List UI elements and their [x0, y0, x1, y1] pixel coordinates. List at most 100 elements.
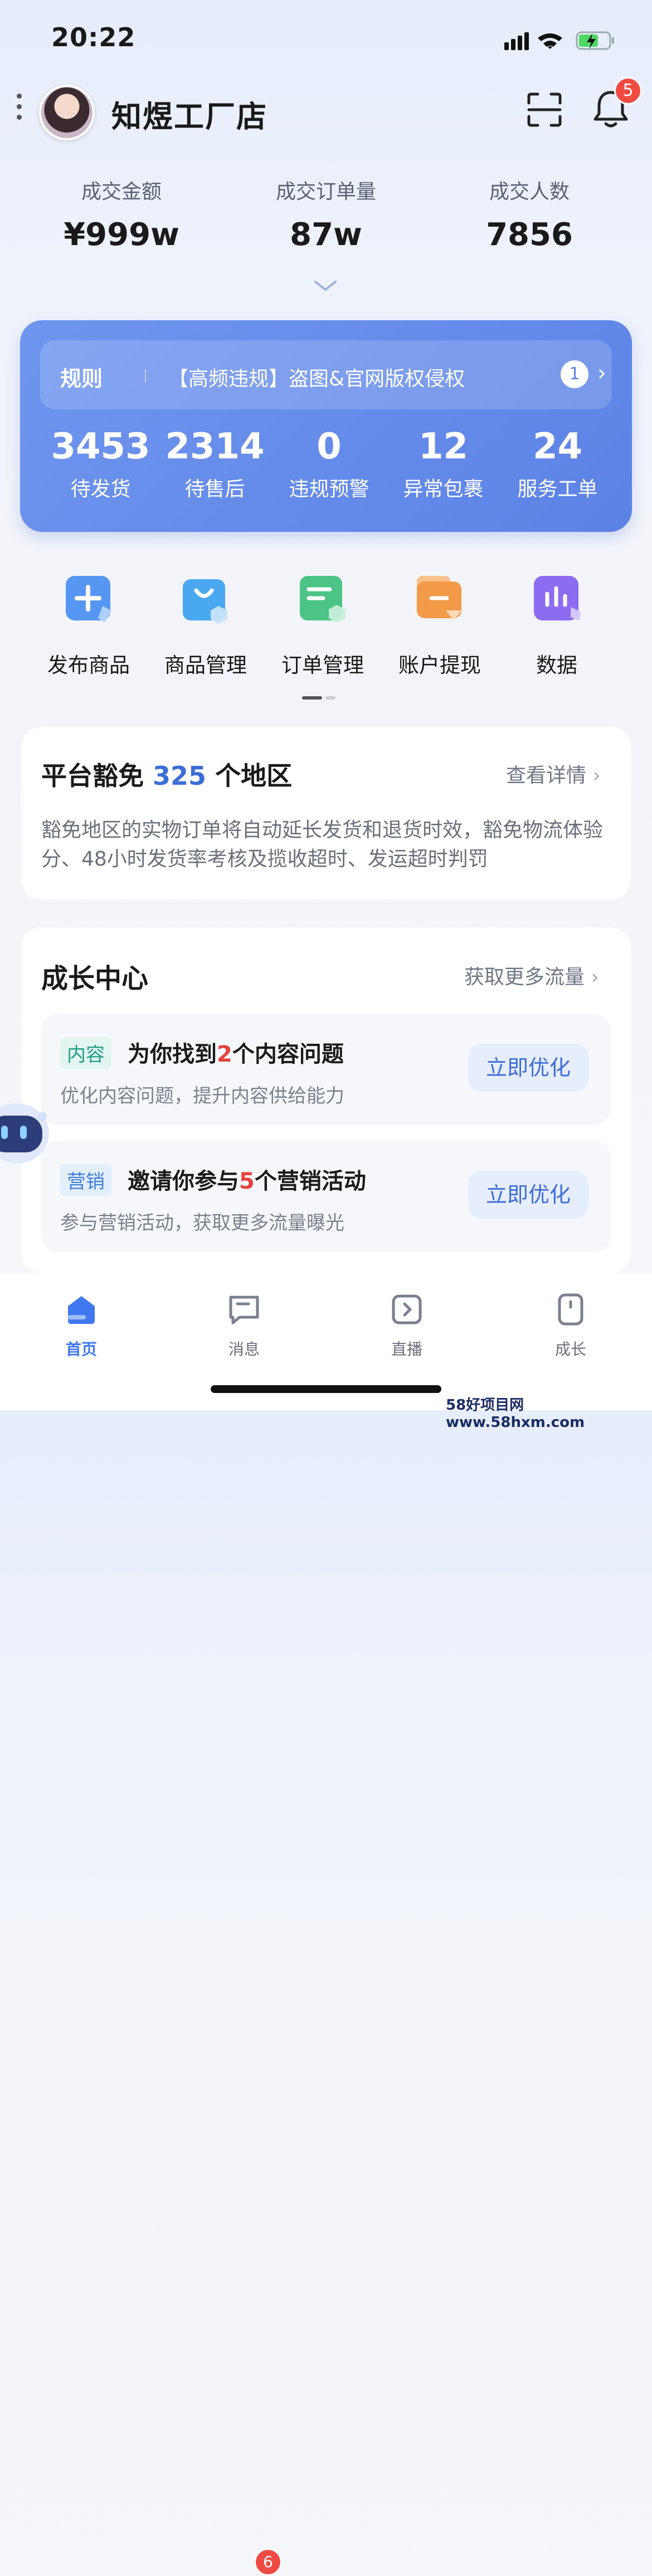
exemption-title: 平台豁免 325 个地区: [41, 756, 292, 793]
chevron-down-icon[interactable]: [313, 280, 338, 292]
stat-label: 成交人数: [489, 180, 570, 203]
get-more-traffic-link[interactable]: 获取更多流量 ›: [464, 961, 599, 990]
tool-data[interactable]: 数据: [498, 574, 615, 678]
view-details-link[interactable]: 查看详情 ›: [506, 759, 601, 788]
stat-value: ¥999w: [64, 217, 179, 253]
task-count: 2: [217, 1042, 232, 1067]
growth-center-title: 成长中心: [41, 963, 149, 994]
chevron-right-icon: ›: [597, 360, 606, 386]
plus-icon: [66, 576, 111, 623]
task-title-suffix: 个内容问题: [232, 1042, 344, 1067]
metric-value: 12: [418, 426, 469, 467]
metric-value: 3453: [51, 426, 150, 467]
rule-count-badge: 1: [561, 360, 588, 388]
scan-icon[interactable]: [527, 92, 562, 128]
tab-label: 首页: [65, 1340, 97, 1358]
exemption-title-prefix: 平台豁免: [41, 761, 144, 791]
metric-value: 24: [532, 426, 583, 467]
tab-live[interactable]: 直播: [351, 1293, 463, 1360]
get-more-traffic-label: 获取更多流量: [464, 966, 585, 989]
chevron-right-icon: ›: [592, 764, 601, 787]
metric-value: 0: [317, 426, 342, 467]
tab-label: 成长: [554, 1340, 586, 1358]
task-count: 5: [239, 1169, 255, 1194]
chevron-right-icon: ›: [591, 966, 599, 989]
metric-violation-warning[interactable]: 0 违规预警: [272, 426, 386, 502]
metric-value: 2314: [165, 426, 265, 467]
tool-publish-product[interactable]: 发布商品: [30, 574, 147, 678]
tool-label: 发布商品: [47, 653, 130, 677]
order-doc-icon: [300, 576, 346, 623]
view-details-label: 查看详情: [506, 764, 587, 787]
tab-messages[interactable]: 消息: [188, 1293, 300, 1360]
status-time: 20:22: [51, 22, 136, 52]
stat-orders[interactable]: 成交订单量 87w: [242, 175, 410, 253]
divider: [145, 369, 146, 383]
robot-assistant-icon[interactable]: [0, 1094, 56, 1167]
rule-text: 【高频违规】盗图&官网版权侵权: [168, 368, 465, 390]
tab-home[interactable]: 首页: [26, 1293, 137, 1360]
exemption-count: 325: [153, 761, 207, 791]
store-name[interactable]: 知煜工厂店: [111, 92, 267, 136]
wallet-icon: [417, 576, 461, 620]
tool-withdraw[interactable]: 账户提现: [381, 574, 498, 678]
optimize-button[interactable]: 立即优化: [468, 1044, 588, 1092]
task-tag: 营销: [60, 1164, 111, 1196]
metric-service-ticket[interactable]: 24 服务工单: [500, 426, 615, 502]
task-tag: 内容: [60, 1037, 111, 1069]
page-indicator: [325, 696, 335, 700]
tool-label: 商品管理: [164, 653, 247, 677]
task-title-suffix: 个营销活动: [254, 1169, 366, 1194]
page-indicator-active: [302, 696, 322, 700]
metric-label: 待发货: [70, 478, 131, 501]
exemption-title-suffix: 个地区: [215, 761, 293, 791]
task-marketing[interactable]: 营销 邀请你参与5个营销活动 参与营销活动，获取更多流量曝光 立即优化: [41, 1141, 611, 1252]
watermark-text: 58好项目网www.58hxm.com: [446, 1397, 585, 1431]
tab-label: 消息: [228, 1340, 260, 1358]
metric-abnormal-package[interactable]: 12 异常包裹: [386, 426, 500, 502]
stat-gmv[interactable]: 成交金额 ¥999w: [38, 175, 205, 253]
avatar[interactable]: [39, 85, 95, 140]
task-title: 为你找到2个内容问题: [128, 1036, 344, 1068]
metric-pending-ship[interactable]: 3453 待发货: [43, 426, 158, 502]
stat-label: 成交金额: [81, 180, 162, 203]
metric-after-sales[interactable]: 2314 待售后: [158, 426, 272, 502]
status-icons: [504, 31, 614, 50]
tool-product-manage[interactable]: 商品管理: [147, 574, 264, 678]
task-content[interactable]: 内容 为你找到2个内容问题 优化内容问题，提升内容供给能力 立即优化: [41, 1014, 611, 1125]
tab-growth[interactable]: 成长: [515, 1293, 626, 1360]
bar-chart-icon: [534, 576, 581, 622]
growth-center-card: 成长中心 获取更多流量 › 内容 为你找到2个内容问题 优化内容问题，提升内容供…: [21, 927, 631, 1273]
tool-order-manage[interactable]: 订单管理: [264, 574, 381, 678]
metric-label: 待售后: [184, 478, 245, 501]
more-dots-icon[interactable]: [17, 94, 23, 125]
rule-tag: 规则: [60, 366, 103, 391]
shop-overview-card: 规则 【高频违规】盗图&官网版权侵权 1 › 3453 待发货 2314 待售后…: [20, 320, 632, 532]
tab-label: 直播: [391, 1340, 422, 1358]
stat-label: 成交订单量: [275, 180, 376, 203]
task-title-prefix: 邀请你参与: [128, 1169, 239, 1194]
stat-value: 7856: [486, 217, 573, 253]
task-subtitle: 参与营销活动，获取更多流量曝光: [60, 1212, 344, 1234]
rule-banner[interactable]: 规则 【高频违规】盗图&官网版权侵权 1 ›: [40, 340, 612, 409]
messages-badge: 6: [254, 2548, 282, 2576]
bottom-tab-bar: 首页 消息 6 直播 成长: [0, 1273, 652, 2576]
metric-label: 异常包裹: [403, 478, 484, 501]
stat-value: 87w: [290, 217, 362, 253]
tool-label: 数据: [536, 653, 577, 677]
home-indicator[interactable]: [211, 1385, 441, 1393]
tool-label: 订单管理: [281, 653, 364, 677]
home-icon: [68, 1296, 95, 1324]
message-icon: [229, 1296, 259, 1324]
stat-buyers[interactable]: 成交人数 7856: [446, 175, 613, 253]
metric-label: 服务工单: [517, 478, 598, 501]
notification-badge: 5: [614, 77, 642, 105]
exemption-card[interactable]: 平台豁免 325 个地区 查看详情 › 豁免地区的实物订单将自动延长发货和退货时…: [21, 727, 631, 900]
task-title: 邀请你参与5个营销活动: [128, 1163, 366, 1195]
growth-icon: [558, 1293, 583, 1326]
optimize-button[interactable]: 立即优化: [468, 1171, 588, 1219]
task-title-prefix: 为你找到: [128, 1042, 217, 1067]
exemption-description: 豁免地区的实物订单将自动延长发货和退货时效，豁免物流体验分、48小时发货率考核及…: [41, 819, 604, 871]
metric-label: 违规预警: [289, 478, 369, 501]
shopping-bag-icon: [183, 579, 227, 624]
